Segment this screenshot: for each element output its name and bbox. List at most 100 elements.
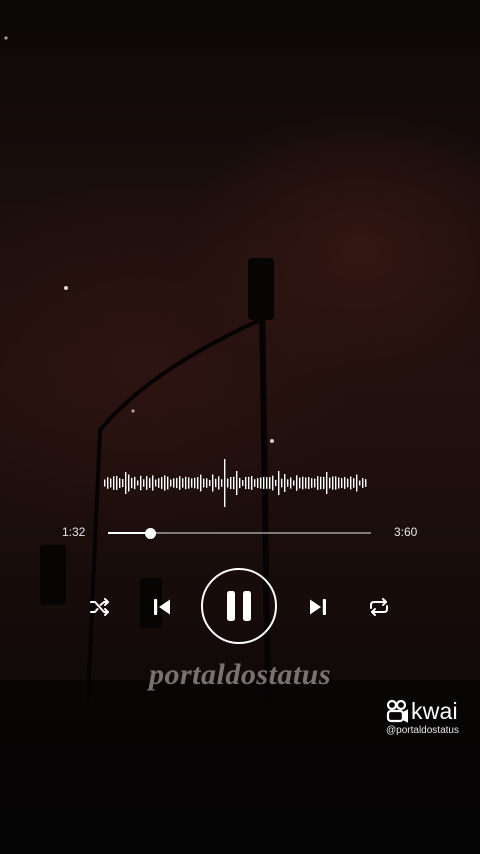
next-track-button[interactable] <box>305 594 331 620</box>
pause-button[interactable] <box>201 568 277 644</box>
waveform-bar <box>287 479 289 487</box>
waveform-bar <box>308 476 310 490</box>
waveform-bar <box>326 472 328 494</box>
waveform-bar <box>257 478 259 488</box>
waveform-bar <box>143 479 145 487</box>
waveform-bar <box>116 475 118 491</box>
waveform-bar <box>302 476 304 490</box>
waveform-bar <box>284 474 286 492</box>
waveform-bar <box>317 476 319 490</box>
waveform-bar <box>155 479 157 487</box>
waveform-bar <box>356 474 358 492</box>
waveform-bar <box>242 480 244 486</box>
waveform-bar <box>218 476 220 490</box>
waveform-bar <box>251 476 253 490</box>
waveform-bar <box>335 476 337 490</box>
waveform-bar <box>311 478 313 488</box>
waveform-bar <box>182 478 184 488</box>
waveform-bar <box>365 479 367 487</box>
waveform-bar <box>224 459 226 507</box>
kwai-brand-text: kwai <box>411 698 458 724</box>
waveform-bar <box>215 478 217 488</box>
waveform-bar <box>269 477 271 489</box>
waveform-bar <box>230 476 232 490</box>
total-time: 3:60 <box>394 525 418 539</box>
kwai-badge: kwai @portaldostatus <box>386 698 472 736</box>
waveform-bar <box>233 476 235 490</box>
waveform-bar <box>254 479 256 487</box>
waveform-bar <box>278 471 280 495</box>
waveform-bar <box>107 477 109 489</box>
waveform-bar <box>170 479 172 487</box>
waveform-bar <box>329 477 331 489</box>
progress-thumb[interactable] <box>144 528 156 539</box>
waveform-bar <box>290 477 292 489</box>
waveform-bar <box>212 474 214 492</box>
waveform-bar <box>353 478 355 488</box>
waveform-bar <box>173 478 175 488</box>
waveform-bar <box>281 478 283 488</box>
waveform-bar <box>341 478 343 488</box>
skip-previous-icon <box>154 599 170 615</box>
waveform-bar <box>236 471 238 495</box>
waveform-bar <box>128 474 130 492</box>
waveform-bar <box>299 477 301 489</box>
waveform-bar <box>152 475 154 491</box>
waveform-bar <box>209 479 211 487</box>
waveform-bar <box>188 477 190 489</box>
waveform-bar <box>320 476 322 490</box>
waveform-bar <box>275 479 277 487</box>
waveform-bar <box>104 479 106 487</box>
waveform-bar <box>296 475 298 491</box>
waveform-bar <box>260 477 262 489</box>
channel-watermark: portaldostatus <box>148 658 332 691</box>
waveform-bar <box>347 478 349 488</box>
progress-fill <box>108 532 151 534</box>
waveform-bar <box>161 477 163 489</box>
waveform-bar <box>164 475 166 491</box>
waveform-bar <box>113 476 115 490</box>
waveform-bar <box>305 477 307 489</box>
waveform-bar <box>176 477 178 489</box>
repeat-button[interactable] <box>366 595 392 619</box>
audio-waveform <box>104 459 367 507</box>
waveform-bar <box>140 475 142 491</box>
shuffle-button[interactable] <box>88 595 112 619</box>
waveform-bar <box>248 476 250 490</box>
waveform-bar <box>191 478 193 488</box>
waveform-bar <box>323 476 325 490</box>
waveform-bar <box>332 476 334 490</box>
shuffle-icon <box>90 598 109 616</box>
waveform-bar <box>272 475 274 491</box>
pause-icon <box>227 591 251 621</box>
waveform-bar <box>203 478 205 488</box>
skip-next-icon <box>310 599 326 615</box>
waveform-bar <box>266 477 268 489</box>
repeat-icon <box>370 598 388 616</box>
waveform-bar <box>134 476 136 490</box>
previous-track-button[interactable] <box>149 594 175 620</box>
waveform-bar <box>137 480 139 486</box>
waveform-bar <box>185 476 187 490</box>
waveform-bar <box>158 478 160 488</box>
waveform-bar <box>119 478 121 488</box>
waveform-bar <box>239 477 241 489</box>
waveform-bar <box>362 478 364 488</box>
waveform-bar <box>125 472 127 494</box>
waveform-bar <box>200 474 202 492</box>
waveform-bar <box>344 477 346 489</box>
waveform-bar <box>167 476 169 490</box>
waveform-bar <box>206 478 208 488</box>
waveform-bar <box>359 480 361 486</box>
waveform-bar <box>149 478 151 488</box>
waveform-bar <box>197 477 199 489</box>
waveform-bar <box>131 477 133 489</box>
waveform-bar <box>338 477 340 489</box>
elapsed-time: 1:32 <box>62 525 86 539</box>
kwai-handle: @portaldostatus <box>386 725 459 736</box>
waveform-bar <box>179 476 181 490</box>
waveform-bar <box>194 477 196 489</box>
waveform-bar <box>122 479 124 487</box>
waveform-bar <box>293 480 295 486</box>
waveform-bar <box>110 478 112 488</box>
